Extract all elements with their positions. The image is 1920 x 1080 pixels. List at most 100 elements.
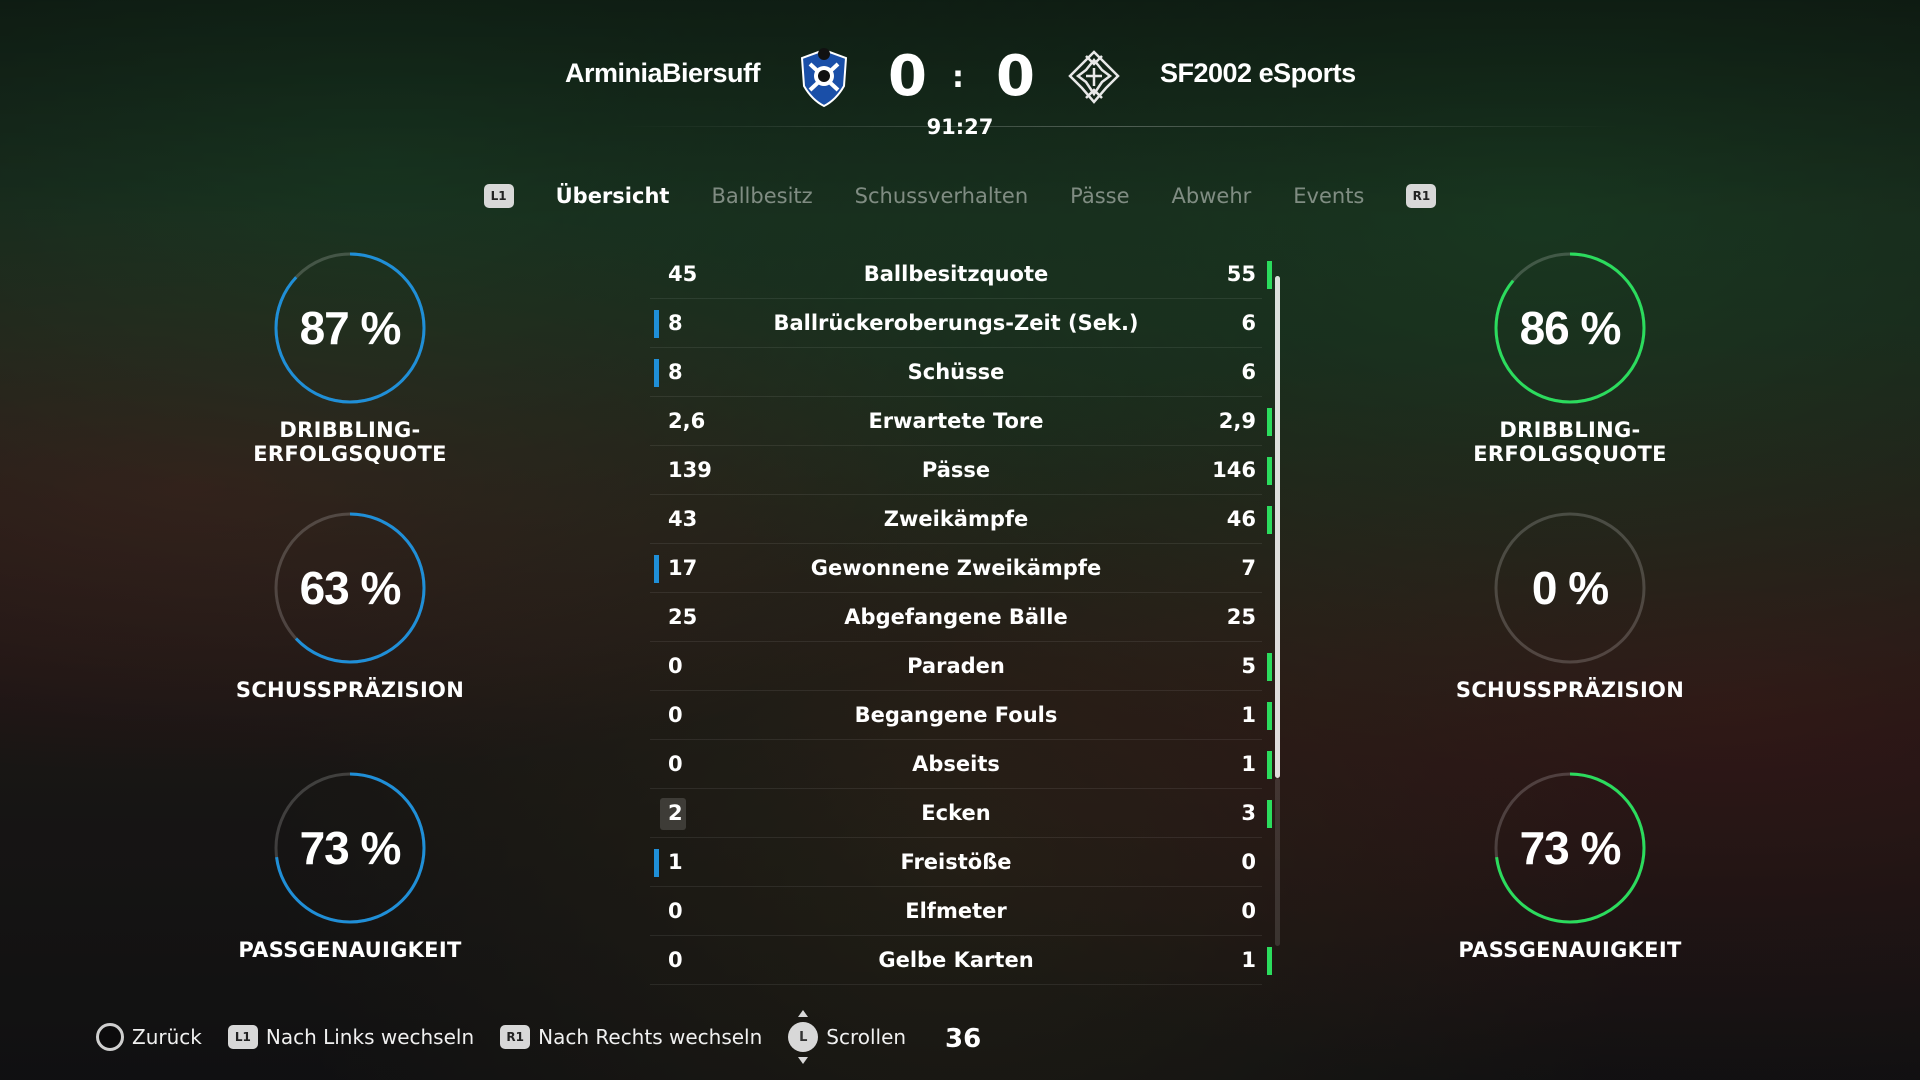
stat-name: Abseits [912, 752, 1000, 776]
ring-gauge: 63 % [272, 510, 428, 666]
home-ring-1: 87 % DRIBBLING-ERFOLGSQUOTE [190, 250, 510, 466]
tab-ballbesitz[interactable]: Ballbesitz [711, 184, 812, 208]
away-ring-1: 86 % DRIBBLING-ERFOLGSQUOTE [1410, 250, 1730, 466]
switch-right-label: Nach Rechts wechseln [538, 1025, 763, 1049]
stat-name: Zweikämpfe [883, 507, 1029, 531]
footer-counter: 36 [945, 1024, 982, 1054]
ring-value: 87 % [299, 302, 402, 354]
away-stat-value: 46 [1226, 507, 1256, 531]
stat-name: Ecken [921, 801, 991, 825]
away-stat-value: 6 [1241, 360, 1256, 384]
away-stat-value: 6 [1241, 311, 1256, 335]
stat-row: 2,6 Erwartete Tore 2,9 [650, 397, 1272, 446]
scroll-label: Scrollen [826, 1025, 907, 1049]
tab-abwehr[interactable]: Abwehr [1172, 184, 1252, 208]
stat-row: 2 Ecken 3 [650, 789, 1272, 838]
ring-gauge: 73 % [272, 770, 428, 926]
away-stat-value: 1 [1241, 948, 1256, 972]
away-stat-value: 7 [1241, 556, 1256, 580]
home-team-crest [796, 46, 852, 108]
away-ring-2: 0 % SCHUSSPRÄZISION [1410, 510, 1730, 702]
away-leader-bar [1267, 506, 1272, 534]
tab-paesse[interactable]: Pässe [1070, 184, 1129, 208]
stat-row: 1 Freistöße 0 [650, 838, 1262, 887]
l1-button-icon: L1 [227, 1025, 258, 1049]
away-stat-value: 0 [1241, 899, 1256, 923]
tab-events[interactable]: Events [1293, 184, 1364, 208]
switch-left-label: Nach Links wechseln [265, 1025, 475, 1049]
stat-name: Erwartete Tore [868, 409, 1044, 433]
ring-value: 0 % [1531, 562, 1609, 614]
stat-row: 0 Elfmeter 0 [650, 887, 1262, 936]
ring-value: 73 % [299, 822, 402, 874]
away-leader-bar [1267, 261, 1272, 289]
away-leader-bar [1267, 800, 1272, 828]
away-stat-value: 3 [1241, 801, 1256, 825]
tab-uebersicht[interactable]: Übersicht [556, 184, 670, 208]
tab-schussverhalten[interactable]: Schussverhalten [855, 184, 1028, 208]
scrollbar-thumb[interactable] [1275, 276, 1280, 778]
stat-row: 8 Schüsse 6 [650, 348, 1262, 397]
ring-label: DRIBBLING-ERFOLGSQUOTE [253, 418, 447, 466]
ring-label: SCHUSSPRÄZISION [1455, 678, 1685, 702]
stat-row: 0 Begangene Fouls 1 [650, 691, 1272, 740]
away-team-crest [1066, 46, 1122, 108]
away-stat-value: 0 [1241, 850, 1256, 874]
stat-row: 139 Pässe 146 [650, 446, 1272, 495]
left-stick-icon: L [788, 1010, 819, 1064]
stat-name: Ballbesitzquote [863, 262, 1049, 286]
stat-name: Freistöße [900, 850, 1012, 874]
away-stat-value: 146 [1212, 458, 1256, 482]
stat-name: Elfmeter [905, 899, 1007, 923]
away-team-name: SF2002 eSports [1160, 58, 1356, 88]
stat-row: 45 Ballbesitzquote 55 [650, 250, 1272, 299]
stat-name: Abgefangene Bälle [844, 605, 1068, 629]
away-stat-value: 5 [1241, 654, 1256, 678]
away-stat-value: 1 [1241, 752, 1256, 776]
scrollbar-track[interactable] [1275, 778, 1280, 946]
ring-label: PASSGENAUIGKEIT [238, 938, 462, 962]
switch-left-hint[interactable]: L1 Nach Links wechseln [227, 1025, 475, 1049]
switch-right-hint[interactable]: R1 Nach Rechts wechseln [500, 1025, 762, 1049]
score-separator: : [952, 60, 964, 95]
stat-row: 17 Gewonnene Zweikämpfe 7 [650, 544, 1262, 593]
stat-name: Schüsse [907, 360, 1005, 384]
away-score: 0 [996, 44, 1035, 109]
stat-row: 25 Abgefangene Bälle 25 [650, 593, 1262, 642]
away-stat-value: 1 [1241, 703, 1256, 727]
away-leader-bar [1267, 751, 1272, 779]
stat-name: Paraden [907, 654, 1005, 678]
ring-gauge: 87 % [272, 250, 428, 406]
stat-name: Ballrückeroberungs-Zeit (Sek.) [773, 311, 1139, 335]
stat-name: Begangene Fouls [854, 703, 1058, 727]
away-stat-value: 55 [1226, 262, 1256, 286]
r1-button-icon[interactable]: R1 [1406, 184, 1437, 208]
match-clock: 91:27 [926, 115, 994, 139]
home-ring-3: 73 % PASSGENAUIGKEIT [190, 770, 510, 962]
home-team-name: ArminiaBiersuff [564, 58, 761, 88]
ring-value: 86 % [1519, 302, 1622, 354]
ring-value: 73 % [1519, 822, 1622, 874]
scroll-hint[interactable]: L Scrollen [788, 1010, 907, 1064]
stat-name: Gelbe Karten [878, 948, 1034, 972]
back-label: Zurück [132, 1025, 202, 1049]
stats-tab-bar: L1 Übersicht Ballbesitz Schussverhalten … [0, 184, 1920, 208]
ring-label: PASSGENAUIGKEIT [1458, 938, 1682, 962]
r1-button-icon: R1 [500, 1025, 531, 1049]
stat-row: 43 Zweikämpfe 46 [650, 495, 1272, 544]
stat-name: Gewonnene Zweikämpfe [810, 556, 1102, 580]
ring-label: DRIBBLING-ERFOLGSQUOTE [1473, 418, 1667, 466]
ring-gauge: 86 % [1492, 250, 1648, 406]
away-leader-bar [1267, 947, 1272, 975]
ring-gauge: 73 % [1492, 770, 1648, 926]
stat-name: Pässe [921, 458, 991, 482]
stat-row: 0 Paraden 5 [650, 642, 1272, 691]
away-leader-bar [1267, 702, 1272, 730]
stats-table: 45 Ballbesitzquote 55 8 Ballrückeroberungs-Z… [650, 250, 1272, 985]
back-hint[interactable]: Zurück [96, 1023, 202, 1051]
stat-row: 0 Gelbe Karten 1 [650, 936, 1272, 985]
away-stat-value: 2,9 [1218, 409, 1256, 433]
l1-button-icon[interactable]: L1 [483, 184, 514, 208]
stat-row: 0 Abseits 1 [650, 740, 1272, 789]
button-hints: Zurück L1 Nach Links wechseln R1 Nach Re… [96, 1010, 907, 1064]
